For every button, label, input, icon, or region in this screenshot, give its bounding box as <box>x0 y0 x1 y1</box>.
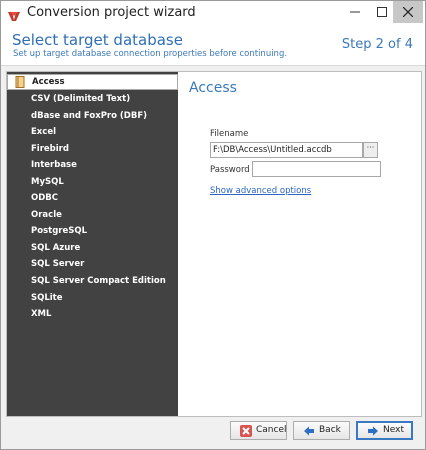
sidebar-item-label: Interbase <box>31 160 77 170</box>
browse-button[interactable]: ··· <box>363 142 378 158</box>
wizard-header: Select target database Set up target dat… <box>1 27 425 66</box>
window-title: Conversion project wizard <box>27 5 196 20</box>
panel-title: Access <box>189 80 237 96</box>
filename-label: Filename <box>210 129 249 139</box>
arrow-right-icon <box>367 425 379 437</box>
sidebar-item-label: Firebird <box>31 144 69 154</box>
sidebar-item-access[interactable]: Access <box>7 74 178 90</box>
database-icon <box>15 76 25 88</box>
sidebar-item-label: SQL Server Compact Edition <box>31 276 166 286</box>
sidebar-item-label: SQLite <box>31 293 63 303</box>
show-advanced-options-link[interactable]: Show advanced options <box>210 186 311 196</box>
step-indicator: Step 2 of 4 <box>341 37 413 52</box>
sidebar-item-csv[interactable]: CSV (Delimited Text) <box>7 91 178 107</box>
wizard-window: Conversion project wizard Select target … <box>0 0 426 450</box>
minimize-button[interactable] <box>342 1 368 23</box>
sidebar-item-label: CSV (Delimited Text) <box>31 94 131 104</box>
sidebar-item-sql-server[interactable]: SQL Server <box>7 256 178 272</box>
back-label: Back <box>319 425 341 435</box>
arrow-left-icon <box>303 425 315 437</box>
sidebar-item-label: ODBC <box>31 193 58 203</box>
sidebar-item-label: Access <box>32 77 65 87</box>
sidebar-item-label: SQL Server <box>31 259 85 269</box>
sidebar-item-oracle[interactable]: Oracle <box>7 207 178 223</box>
sidebar-item-xml[interactable]: XML <box>7 306 178 322</box>
cancel-button[interactable]: Cancel <box>230 421 287 440</box>
next-button[interactable]: Next <box>356 421 413 440</box>
sidebar-item-postgresql[interactable]: PostgreSQL <box>7 223 178 239</box>
database-list: Access CSV (Delimited Text) dBase and Fo… <box>7 72 178 416</box>
cancel-label: Cancel <box>256 425 287 435</box>
sidebar-item-label: MySQL <box>31 177 64 187</box>
maximize-button[interactable] <box>369 1 395 23</box>
sidebar-item-interbase[interactable]: Interbase <box>7 157 178 173</box>
page-subtitle: Set up target database connection proper… <box>13 49 288 59</box>
password-field[interactable] <box>252 161 381 177</box>
app-icon <box>7 7 21 21</box>
sidebar-item-label: XML <box>31 309 52 319</box>
page-title: Select target database <box>12 31 183 49</box>
sidebar-item-label: dBase and FoxPro (DBF) <box>31 111 148 121</box>
sidebar-item-firebird[interactable]: Firebird <box>7 141 178 157</box>
close-button[interactable] <box>393 1 423 23</box>
back-button[interactable]: Back <box>293 421 350 440</box>
sidebar-item-sql-azure[interactable]: SQL Azure <box>7 240 178 256</box>
sidebar-item-mysql[interactable]: MySQL <box>7 174 178 190</box>
cancel-icon <box>240 425 252 437</box>
password-label: Password <box>210 165 250 175</box>
sidebar-item-label: Excel <box>31 127 57 137</box>
sidebar-item-label: PostgreSQL <box>31 226 87 236</box>
sidebar-item-excel[interactable]: Excel <box>7 124 178 140</box>
sidebar-item-sql-server-compact[interactable]: SQL Server Compact Edition <box>7 273 178 289</box>
filename-field[interactable]: F:\DB\Access\Untitled.accdb <box>210 142 363 158</box>
sidebar-item-label: Oracle <box>31 210 62 220</box>
settings-panel: Access Filename F:\DB\Access\Untitled.ac… <box>178 72 421 416</box>
next-label: Next <box>383 425 404 435</box>
sidebar-item-dbase[interactable]: dBase and FoxPro (DBF) <box>7 108 178 124</box>
sidebar-item-odbc[interactable]: ODBC <box>7 190 178 206</box>
title-bar: Conversion project wizard <box>1 1 425 27</box>
wizard-body: Access CSV (Delimited Text) dBase and Fo… <box>6 71 422 417</box>
sidebar-item-sqlite[interactable]: SQLite <box>7 290 178 306</box>
sidebar-item-label: SQL Azure <box>31 243 81 253</box>
